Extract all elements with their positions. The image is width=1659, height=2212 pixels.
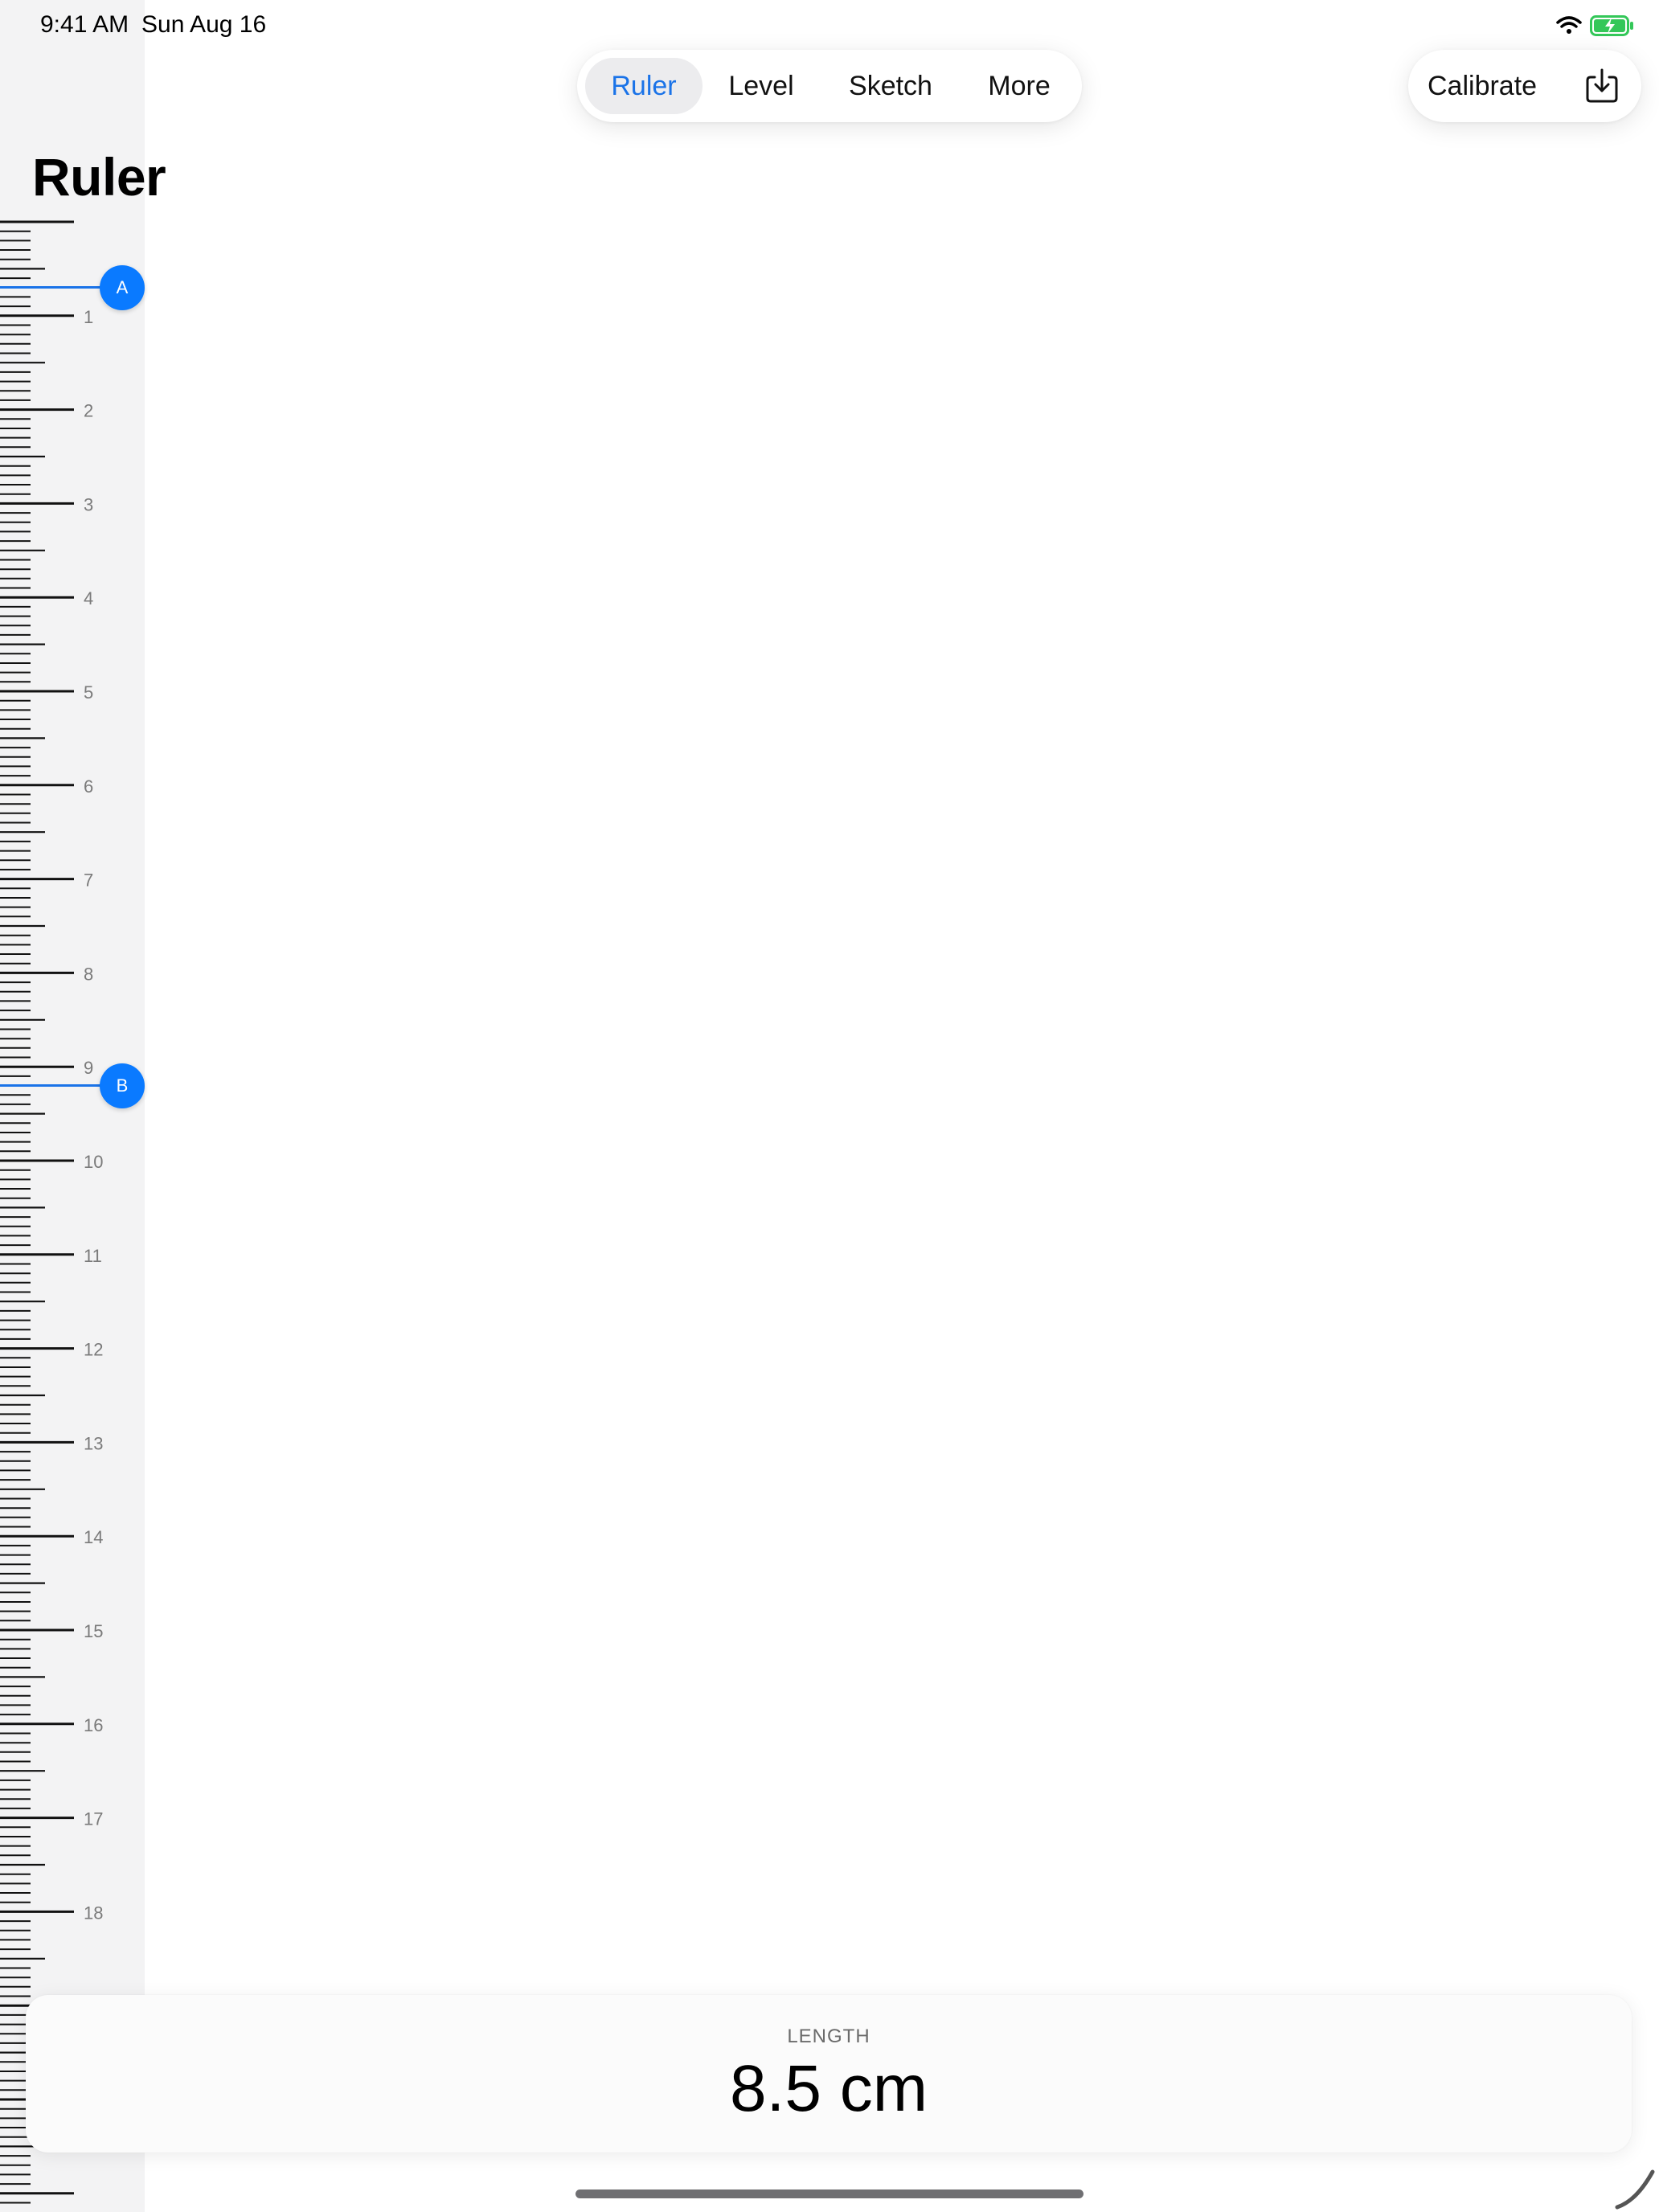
- toolbar-pill: Calibrate: [1408, 50, 1641, 122]
- ruler-label: 14: [84, 1527, 103, 1547]
- ruler-label: 17: [84, 1809, 103, 1829]
- pencil-stroke-icon: [1615, 2169, 1655, 2210]
- wifi-icon: [1556, 16, 1582, 34]
- mode-segmented-control: Ruler Level Sketch More: [577, 50, 1082, 122]
- ruler-label: 16: [84, 1715, 103, 1735]
- status-date: Sun Aug 16: [141, 11, 267, 38]
- ruler-label: 2: [84, 401, 93, 421]
- status-icons: [1556, 13, 1635, 39]
- status-time: 9:41 AM: [40, 11, 129, 38]
- ruler-label: 18: [84, 1903, 103, 1923]
- marker-b-handle[interactable]: B: [100, 1063, 145, 1108]
- ruler-label: 15: [84, 1621, 103, 1641]
- home-indicator[interactable]: [576, 2189, 1083, 2198]
- marker-a-handle[interactable]: A: [100, 264, 145, 310]
- length-card: LENGTH 8.5 cm: [26, 1995, 1632, 2153]
- ruler-label: 10: [84, 1152, 103, 1172]
- ruler-label: 12: [84, 1340, 103, 1360]
- tab-ruler[interactable]: Ruler: [585, 58, 703, 114]
- length-value: 8.5 cm: [729, 2052, 928, 2125]
- page-title: Ruler: [32, 147, 166, 207]
- marker-a-line: [0, 286, 104, 289]
- calibrate-button[interactable]: Calibrate: [1428, 50, 1537, 122]
- tab-more[interactable]: More: [965, 58, 1074, 114]
- battery-charging-icon: [1590, 15, 1633, 36]
- length-label: LENGTH: [787, 2026, 870, 2047]
- tab-sketch[interactable]: Sketch: [825, 58, 956, 114]
- export-icon[interactable]: [1582, 66, 1622, 106]
- ruler-label: 8: [84, 964, 93, 984]
- ruler-label: 11: [84, 1246, 102, 1266]
- ruler-label: 6: [84, 776, 93, 797]
- ruler-label: 4: [84, 588, 93, 608]
- ruler-label: 1: [84, 307, 93, 327]
- ruler-label: 7: [84, 870, 93, 891]
- tab-level[interactable]: Level: [709, 58, 813, 114]
- ruler-label: 9: [84, 1058, 93, 1078]
- ruler-label: 3: [84, 494, 93, 514]
- marker-b-line: [0, 1084, 104, 1088]
- ruler-label: 13: [84, 1433, 103, 1453]
- ruler-label: 5: [84, 682, 93, 703]
